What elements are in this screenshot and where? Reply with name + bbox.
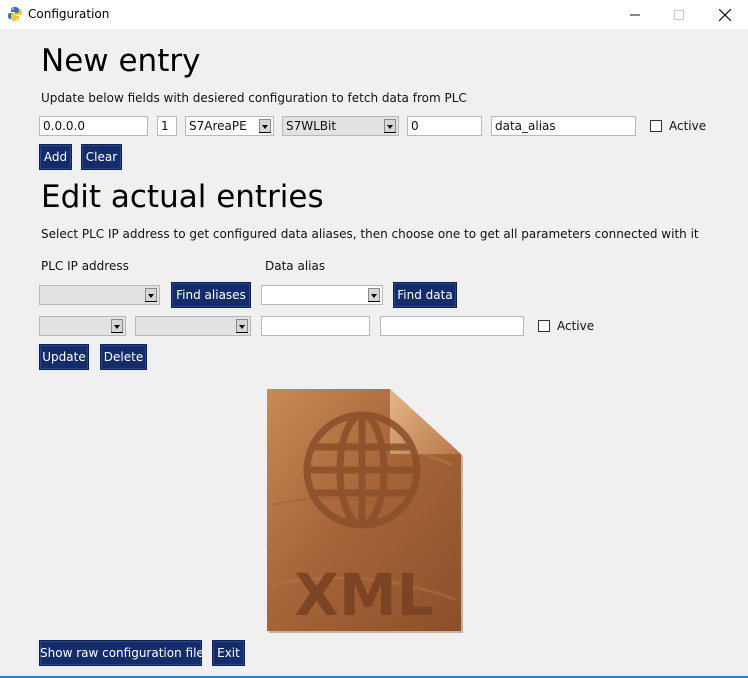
- active-checkbox[interactable]: [650, 120, 662, 132]
- show-raw-config-button[interactable]: Show raw configuration file: [39, 640, 204, 666]
- area-select-value: S7AreaPE: [189, 119, 247, 133]
- new-entry-description: Update below fields with desiered config…: [41, 91, 467, 105]
- edit-entries-heading: Edit actual entries: [41, 179, 324, 215]
- data-alias-select[interactable]: [261, 285, 383, 305]
- dropdown-arrow-icon[interactable]: [368, 288, 380, 302]
- active-label: Active: [669, 119, 707, 133]
- python-app-icon: [7, 6, 23, 22]
- start-address-input[interactable]: 0: [407, 116, 482, 136]
- dropdown-arrow-icon[interactable]: [236, 319, 248, 333]
- word-length-select[interactable]: S7WLBit: [282, 116, 399, 136]
- xml-globe-file-icon: XML: [262, 385, 468, 635]
- dropdown-arrow-icon[interactable]: [145, 288, 157, 302]
- edit-active-checkbox[interactable]: [538, 320, 550, 332]
- add-button[interactable]: Add: [39, 144, 72, 170]
- edit-area-select[interactable]: [39, 316, 126, 336]
- rack-input[interactable]: 1: [157, 116, 177, 136]
- minimize-button[interactable]: [612, 0, 658, 29]
- minimize-icon: [630, 14, 640, 15]
- update-button[interactable]: Update: [39, 344, 89, 370]
- word-length-select-value: S7WLBit: [286, 119, 337, 133]
- data-alias-input[interactable]: data_alias: [491, 116, 636, 136]
- find-aliases-button[interactable]: Find aliases: [171, 282, 251, 308]
- maximize-icon: [674, 9, 684, 20]
- plc-ip-select[interactable]: [39, 285, 160, 305]
- exit-button[interactable]: Exit: [212, 640, 245, 666]
- dropdown-arrow-icon[interactable]: [111, 319, 123, 333]
- area-select[interactable]: S7AreaPE: [185, 116, 274, 136]
- maximize-button[interactable]: [656, 0, 702, 29]
- delete-button[interactable]: Delete: [100, 344, 147, 370]
- data-alias-label: Data alias: [265, 259, 326, 273]
- find-data-button[interactable]: Find data: [393, 282, 457, 308]
- ip-address-input[interactable]: 0.0.0.0: [39, 116, 148, 136]
- edit-active-label: Active: [557, 319, 595, 333]
- edit-start-address-input[interactable]: [261, 316, 370, 336]
- new-entry-heading: New entry: [41, 43, 201, 79]
- xml-text: XML: [294, 561, 433, 629]
- close-button[interactable]: [702, 0, 748, 29]
- window-title: Configuration: [28, 7, 110, 21]
- plc-ip-label: PLC IP address: [41, 259, 129, 273]
- close-icon: [719, 8, 731, 21]
- edit-word-length-select[interactable]: [135, 316, 251, 336]
- dropdown-arrow-icon[interactable]: [384, 119, 396, 133]
- clear-button[interactable]: Clear: [81, 144, 122, 170]
- edit-entries-description: Select PLC IP address to get configured …: [41, 227, 699, 241]
- dropdown-arrow-icon[interactable]: [259, 119, 271, 133]
- edit-data-alias-input[interactable]: [380, 316, 524, 336]
